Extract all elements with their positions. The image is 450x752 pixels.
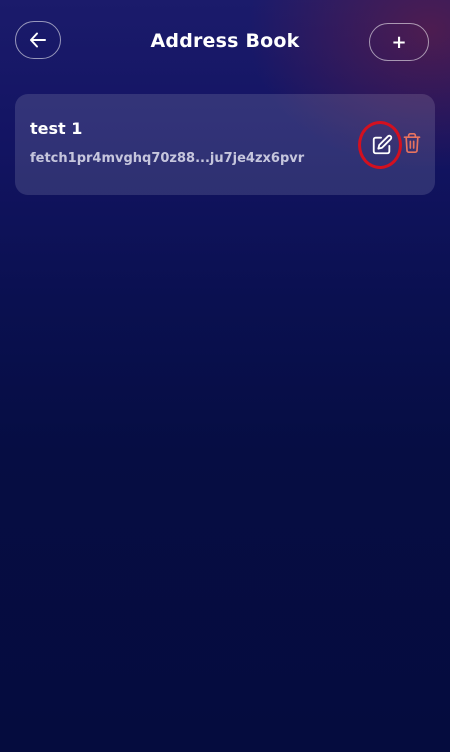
trash-icon <box>403 132 421 153</box>
address-entry-card: test 1 fetch1pr4mvghq70z88...ju7je4zx6pv… <box>15 94 435 195</box>
entry-name: test 1 <box>30 119 83 138</box>
header: Address Book + <box>0 0 450 84</box>
edit-entry-button[interactable] <box>358 121 404 169</box>
entry-address: fetch1pr4mvghq70z88...ju7je4zx6pvr <box>30 151 305 166</box>
add-contact-button[interactable]: + <box>369 23 429 61</box>
delete-entry-button[interactable] <box>400 130 424 156</box>
highlight-ring <box>358 121 402 169</box>
